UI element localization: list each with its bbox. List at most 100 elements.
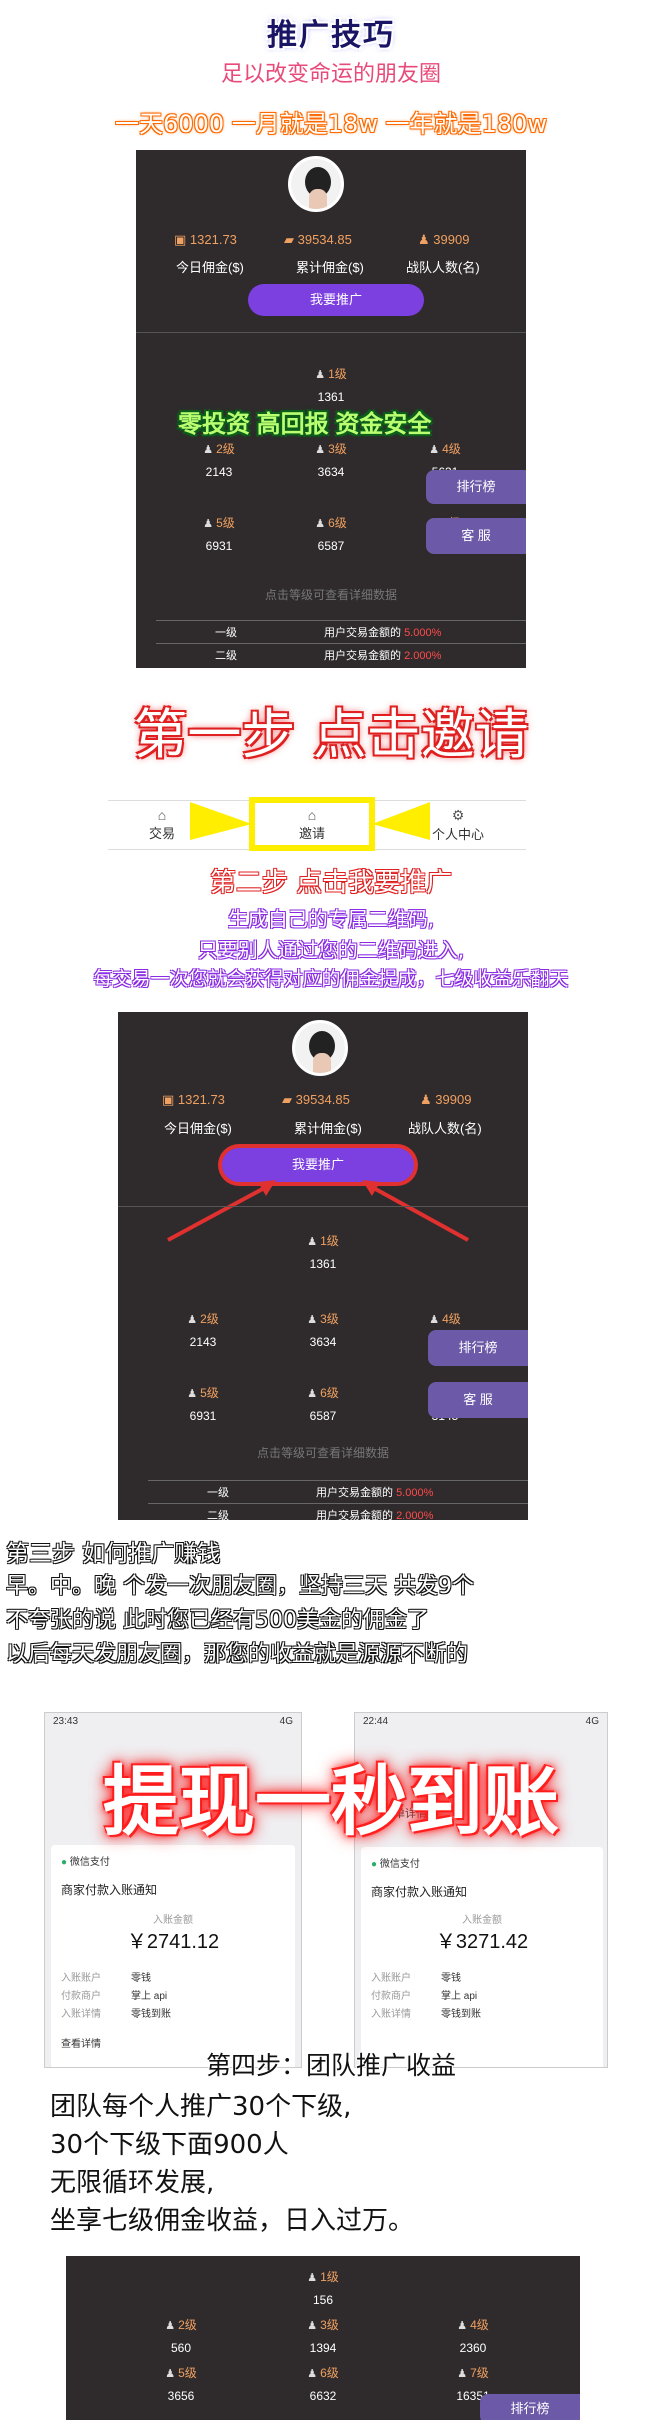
notice-title: 商家付款入账通知 — [371, 1885, 468, 1899]
users-icon: ♟ — [420, 1092, 436, 1107]
row-value: 掌上 api — [441, 1991, 478, 2002]
stat-team-label: 战队人数(名) — [408, 1121, 482, 1136]
tab-profile[interactable]: ⚙ 个人中心 — [418, 807, 498, 843]
team-level-6[interactable]: ♟ 6级 6632 — [278, 2364, 368, 2403]
divider — [136, 332, 526, 333]
step3-title: 第三步 如何推广赚钱 — [6, 1541, 221, 1567]
service-button[interactable]: 客 服 — [426, 518, 526, 554]
team-panel: ♟ 1级 156 ♟ 2级 560 ♟ 3级 1394 ♟ 4级 2360 ♟ 5级 3656 ♟ 6… — [66, 2256, 580, 2420]
row-label: 付款商户 — [371, 1991, 411, 2002]
truck-icon: ▰ — [284, 232, 298, 247]
stat-today-value: ▣ 1321.73 — [174, 232, 237, 247]
wallet-icon: ▣ — [162, 1092, 178, 1107]
payment-card: ● 微信支付 商家付款入账通知 入账金额 ￥3271.42 入账账户 零钱 付款… — [361, 1847, 603, 2067]
tab-trade[interactable]: ⌂ 交易 — [132, 807, 192, 842]
team-level-5[interactable]: ♟ 5级 3656 — [136, 2364, 226, 2403]
step4-line-2: 30个下级下面900人 — [50, 2130, 289, 2160]
users-icon: ♟ — [307, 2368, 318, 2380]
stat-total-value: ▰ 39534.85 — [282, 1092, 350, 1107]
divider — [118, 1206, 528, 1207]
users-icon: ♟ — [307, 2320, 318, 2332]
level-6[interactable]: ♟ 6级 6587 — [278, 1384, 368, 1423]
level-3[interactable]: ♟ 3级 3634 — [286, 440, 376, 479]
pay-label: 微信支付 — [379, 1859, 420, 1870]
truck-icon: ▰ — [282, 1092, 296, 1107]
withdraw-glow-title: 提现一秒到账 — [103, 1757, 559, 1846]
step2-title: 第二步 点击我要推广 — [209, 868, 453, 898]
users-icon: ♟ — [457, 2320, 468, 2332]
step4-line-4: 坐享七级佣金收益，日入过万。 — [50, 2206, 415, 2236]
amount-label: 入账金额 — [462, 1915, 502, 1926]
users-icon: ♟ — [315, 444, 326, 456]
avatar — [288, 156, 344, 212]
users-icon: ♟ — [307, 2272, 318, 2284]
commission-table: 一级 用户交易金额的 5.000% 二级 用户交易金额的 2.000% — [156, 620, 526, 666]
commission-table: 一级 用户交易金额的 5.000% 二级 用户交易金额的 2.000% — [148, 1480, 528, 1520]
stat-team-label: 战队人数(名) — [406, 260, 480, 275]
level-2[interactable]: ♟ 2级 2143 — [174, 440, 264, 479]
stat-today-label: 今日佣金($) — [164, 1121, 232, 1136]
users-icon: ♟ — [307, 1314, 318, 1326]
level-5[interactable]: ♟ 5级 6931 — [158, 1384, 248, 1423]
users-icon: ♟ — [429, 444, 440, 456]
level-3[interactable]: ♟ 3级 3634 — [278, 1310, 368, 1349]
rank-button[interactable]: 排行榜 — [426, 470, 526, 504]
invite-highlight — [190, 797, 430, 851]
users-icon: ♟ — [187, 1314, 198, 1326]
status-bar: 22:44 4G — [363, 1716, 599, 1727]
promote-button[interactable]: 我要推广 — [248, 284, 424, 316]
users-icon: ♟ — [187, 1388, 198, 1400]
rank-button[interactable]: 排行榜 — [428, 1330, 528, 1366]
row-label: 入账详情 — [371, 2009, 411, 2020]
step3-line-1: 早。中。晚 个发一次朋友圈，坚持三天 共发9个 — [6, 1574, 474, 1599]
row-value: 掌上 api — [131, 1991, 168, 2002]
step2-line-1: 生成自己的专属二维码, — [227, 907, 435, 931]
home-icon: ⌂ — [157, 807, 167, 823]
wechat-pay-icon: ● — [61, 1857, 70, 1868]
level-1[interactable]: ♟ 1级 1361 — [286, 365, 376, 404]
team-level-4[interactable]: ♟ 4级 2360 — [428, 2316, 518, 2355]
step2-line-2: 只要别人通过您的二维码进入, — [197, 938, 465, 962]
gear-icon: ⚙ — [451, 807, 465, 823]
users-icon: ♟ — [307, 1388, 318, 1400]
stat-total-label: 累计佣金($) — [296, 260, 364, 275]
promo-banner: 零投资 高回报 资金安全 — [178, 411, 432, 438]
step4-title: 第四步：团队推广收益 — [205, 2051, 456, 2080]
users-icon: ♟ — [429, 1314, 440, 1326]
avatar — [292, 1020, 348, 1076]
users-icon: ♟ — [315, 518, 326, 530]
income-line: 一天6000 一月就是18w 一年就是180w — [115, 110, 547, 138]
level-2[interactable]: ♟ 2级 2143 — [158, 1310, 248, 1349]
rank-button[interactable]: 排行榜 — [480, 2394, 580, 2420]
amount-value: ￥3271.42 — [435, 1931, 529, 1953]
step4-line-1: 团队每个人推广30个下级, — [50, 2092, 352, 2122]
level-5[interactable]: ♟ 5级 6931 — [174, 514, 264, 553]
level-6[interactable]: ♟ 6级 6587 — [286, 514, 376, 553]
level-hint: 点击等级可查看详细数据 — [256, 1446, 389, 1460]
row-value: 零钱到账 — [441, 2009, 481, 2020]
team-level-2[interactable]: ♟ 2级 560 — [136, 2316, 226, 2355]
commission-row: 二级 用户交易金额的 2.000% — [148, 1503, 528, 1520]
status-bar: 23:43 4G — [53, 1716, 293, 1727]
row-label: 入账账户 — [61, 1973, 101, 1984]
page-title: 推广技巧 — [267, 18, 395, 53]
team-level-1[interactable]: ♟ 1级 156 — [278, 2268, 368, 2307]
level-1[interactable]: ♟ 1级 1361 — [278, 1232, 368, 1271]
step2-line-3: 每交易一次您就会获得对应的佣金提成，七级收益乐翻天 — [93, 968, 569, 990]
service-button[interactable]: 客 服 — [428, 1382, 528, 1418]
dashboard-panel-1: ▣ 1321.73 今日佣金($) ▰ 39534.85 累计佣金($) ♟ 3… — [136, 150, 526, 668]
notice-title: 商家付款入账通知 — [61, 1883, 158, 1897]
stat-total-label: 累计佣金($) — [294, 1121, 362, 1136]
commission-row: 一级 用户交易金额的 5.000% — [148, 1480, 528, 1503]
wallet-icon: ▣ — [174, 232, 190, 247]
users-icon: ♟ — [418, 232, 434, 247]
row-label: 付款商户 — [61, 1991, 101, 2002]
users-icon: ♟ — [203, 444, 214, 456]
row-value: 零钱 — [441, 1973, 461, 1984]
stat-today-value: ▣ 1321.73 — [162, 1092, 225, 1107]
team-level-3[interactable]: ♟ 3级 1394 — [278, 2316, 368, 2355]
page-subtitle: 足以改变命运的朋友圈 — [220, 62, 441, 87]
step1-title: 第一步 点击邀请 — [133, 703, 529, 766]
row-value: 零钱 — [131, 1973, 151, 1984]
stat-team-value: ♟ 39909 — [420, 1092, 472, 1107]
